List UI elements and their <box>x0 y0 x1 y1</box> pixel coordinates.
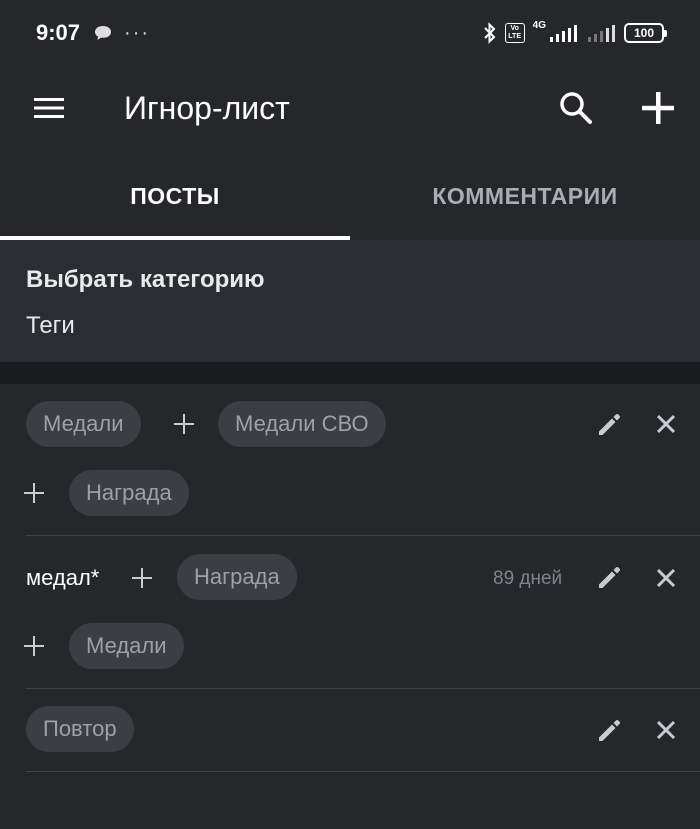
tag-chip[interactable]: Медали <box>69 623 184 669</box>
add-icon[interactable] <box>640 90 676 126</box>
tab-bar: ПОСТЫ КОММЕНТАРИИ <box>0 152 700 240</box>
tag-chip[interactable]: Медали <box>26 401 141 447</box>
divider <box>26 535 700 536</box>
edit-icon[interactable] <box>597 717 623 743</box>
volte-icon: Vo LTE <box>504 23 525 43</box>
category-heading: Выбрать категорию <box>26 266 265 293</box>
expiry-days: 89 дней <box>493 568 563 589</box>
divider <box>26 771 700 772</box>
keyword-text: медал* <box>26 565 100 590</box>
menu-icon[interactable] <box>34 96 64 120</box>
app-bar: Игнор-лист <box>0 66 700 152</box>
status-bar: 9:07 ··· Vo LTE 4G 100 <box>0 0 700 66</box>
plus-icon <box>174 414 194 434</box>
plus-icon <box>132 568 152 588</box>
plus-icon <box>24 636 44 656</box>
category-panel: Выбрать категорию Теги <box>0 240 700 362</box>
status-time: 9:07 <box>36 20 81 45</box>
plus-icon <box>24 483 44 503</box>
tag-chip[interactable]: Награда <box>177 554 297 600</box>
tag-chip[interactable]: Награда <box>69 470 189 516</box>
tab-posts[interactable]: ПОСТЫ <box>0 152 350 240</box>
page-title: Игнор-лист <box>124 90 290 126</box>
category-selector[interactable]: Теги <box>26 312 75 340</box>
signal-strength-2-icon <box>588 25 615 42</box>
battery-icon: 100 <box>624 23 667 43</box>
section-separator <box>0 362 700 384</box>
tab-comments[interactable]: КОММЕНТАРИИ <box>350 152 700 240</box>
more-notifications-icon: ··· <box>124 22 151 44</box>
delete-icon[interactable] <box>656 720 676 740</box>
edit-icon[interactable] <box>597 411 623 437</box>
status-icons: Vo LTE 4G 100 <box>483 19 667 44</box>
signal-strength-icon <box>550 25 577 42</box>
edit-icon[interactable] <box>597 564 623 590</box>
bluetooth-icon <box>483 22 496 44</box>
battery-level: 100 <box>633 26 655 40</box>
delete-icon[interactable] <box>656 414 676 434</box>
tag-chip[interactable]: Медали СВО <box>218 401 386 447</box>
tag-chip[interactable]: Повтор <box>26 706 134 752</box>
delete-icon[interactable] <box>656 568 676 588</box>
network-type-label: 4G <box>532 19 546 31</box>
chat-bubble-icon <box>95 26 112 40</box>
divider <box>26 688 700 689</box>
search-icon[interactable] <box>558 90 594 126</box>
